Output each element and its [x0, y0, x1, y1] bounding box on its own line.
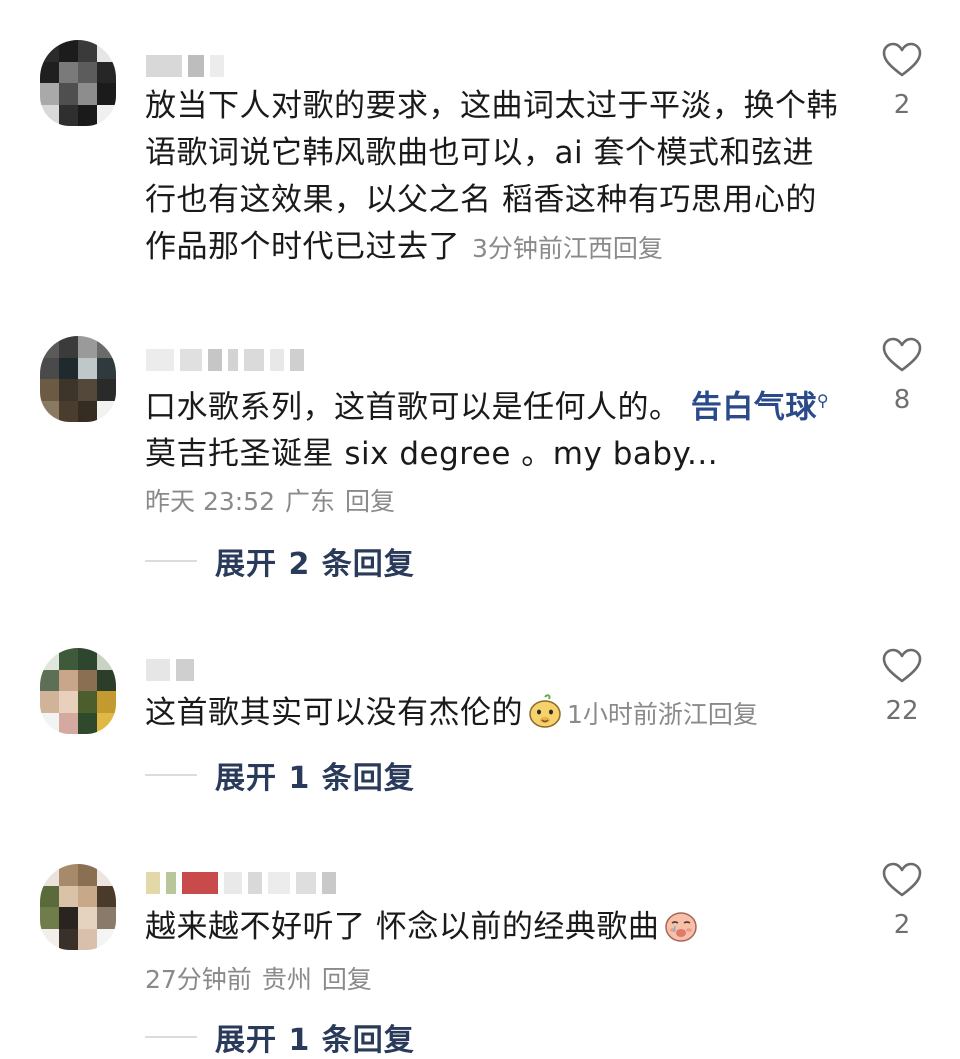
comment-time: 1小时前	[567, 700, 658, 729]
comment-location: 浙江	[657, 700, 708, 729]
comment-text: 越来越不好听了 怀念以前的经典歌曲	[145, 909, 660, 945]
avatar[interactable]	[40, 40, 116, 126]
comment-text: 口水歌系列，这首歌可以是任何人的。	[145, 389, 681, 426]
reply-button[interactable]: 回复	[345, 487, 395, 516]
comment-time: 3分钟前	[472, 234, 563, 263]
comment-text: 这首歌其实可以没有杰伦的	[145, 695, 523, 731]
avatar[interactable]	[40, 864, 116, 950]
like-button[interactable]: 22	[876, 648, 928, 726]
divider	[145, 774, 197, 776]
like-count: 22	[885, 696, 919, 726]
comment-feed: 放当下人对歌的要求，这曲词太过于平淡，换个韩语歌词说它韩风歌曲也可以，ai 套个…	[0, 0, 960, 1059]
comment-meta: 27分钟前 贵州 回复	[145, 960, 372, 996]
comment-text-continued: 莫吉托圣诞星 six degree 。my baby...	[145, 436, 719, 473]
like-button[interactable]: 2	[876, 42, 928, 120]
comment-time: 27分钟前	[145, 965, 252, 994]
expand-replies[interactable]: 展开 1 条回复	[145, 755, 415, 796]
divider	[145, 560, 197, 562]
comment-body: 这首歌其实可以没有杰伦的 1小时前浙江回复	[145, 690, 845, 738]
expand-replies-label: 展开 1 条回复	[215, 1023, 415, 1058]
comment-meta: 昨天 23:52 广东 回复	[145, 482, 395, 518]
heart-outline-icon	[882, 42, 922, 77]
comment-location: 广东	[285, 487, 336, 516]
comment-location: 江西	[562, 234, 613, 263]
comment-time: 昨天 23:52	[145, 487, 275, 516]
reply-button[interactable]: 回复	[613, 234, 663, 263]
reply-button[interactable]: 回复	[708, 700, 758, 729]
like-count: 2	[893, 90, 911, 120]
like-count: 8	[893, 385, 911, 415]
like-count: 2	[893, 910, 911, 940]
search-mark-icon: ⚲	[816, 391, 830, 410]
username-blurred[interactable]	[146, 346, 304, 374]
username-blurred[interactable]	[146, 52, 224, 80]
smug-face-emoji	[529, 694, 561, 728]
expand-replies[interactable]: 展开 1 条回复	[145, 1017, 415, 1058]
heart-outline-icon	[882, 862, 922, 897]
heart-outline-icon	[882, 648, 922, 683]
username-blurred[interactable]	[146, 869, 336, 897]
avatar[interactable]	[40, 648, 116, 734]
heart-outline-icon	[882, 337, 922, 372]
username-blurred[interactable]	[146, 656, 194, 684]
like-button[interactable]: 2	[876, 862, 928, 940]
topic-link[interactable]: 告白气球	[691, 389, 817, 425]
comment-body: 口水歌系列，这首歌可以是任何人的。 告白气球⚲ 莫吉托圣诞星 six degre…	[145, 377, 845, 478]
comment-body: 放当下人对歌的要求，这曲词太过于平淡，换个韩语歌词说它韩风歌曲也可以，ai 套个…	[145, 83, 845, 272]
crying-face-emoji	[665, 912, 698, 942]
avatar[interactable]	[40, 336, 116, 422]
expand-replies-label: 展开 1 条回复	[215, 761, 415, 796]
reply-button[interactable]: 回复	[322, 965, 372, 994]
expand-replies[interactable]: 展开 2 条回复	[145, 541, 415, 582]
like-button[interactable]: 8	[876, 337, 928, 415]
expand-replies-label: 展开 2 条回复	[215, 547, 415, 582]
divider	[145, 1036, 197, 1038]
comment-body: 越来越不好听了 怀念以前的经典歌曲	[145, 904, 845, 951]
comment-location: 贵州	[261, 965, 312, 994]
